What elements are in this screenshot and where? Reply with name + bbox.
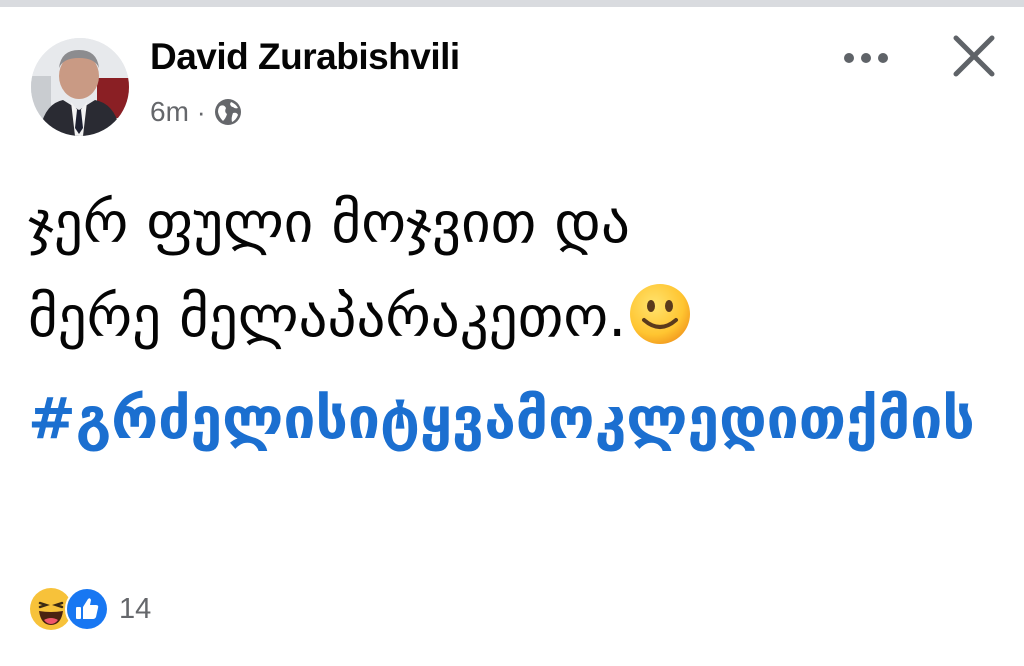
close-button[interactable] [950,32,998,80]
hashtag-link[interactable]: #გრძელისიტყვამოკლედითქმის [28,364,1008,474]
post-text-line-2: მერე მელაპარაკეთო. [28,270,988,374]
more-options-button[interactable] [838,38,894,78]
post-timestamp[interactable]: 6m [150,96,189,128]
avatar[interactable] [31,38,129,136]
meta-separator: · [196,96,206,127]
post-text-line-1: ჯერ ფული მოჯვით და [28,190,630,256]
reactions-summary[interactable]: 14 [29,587,151,631]
globe-icon [214,98,242,126]
post-text-line-2-text: მერე მელაპარაკეთო. [28,284,627,350]
author-name[interactable]: David Zurabishvili [150,36,460,78]
smiling-face-emoji-icon [628,280,692,374]
close-icon [953,35,995,77]
reaction-count: 14 [119,592,152,625]
top-divider [0,0,1024,7]
profile-photo [31,38,129,136]
post-meta: 6m · [150,94,242,130]
like-reaction-icon [65,587,109,631]
post-body: ჯერ ფული მოჯვით და მერე მელაპარაკეთო. [28,176,988,374]
more-options-icon [844,53,888,63]
